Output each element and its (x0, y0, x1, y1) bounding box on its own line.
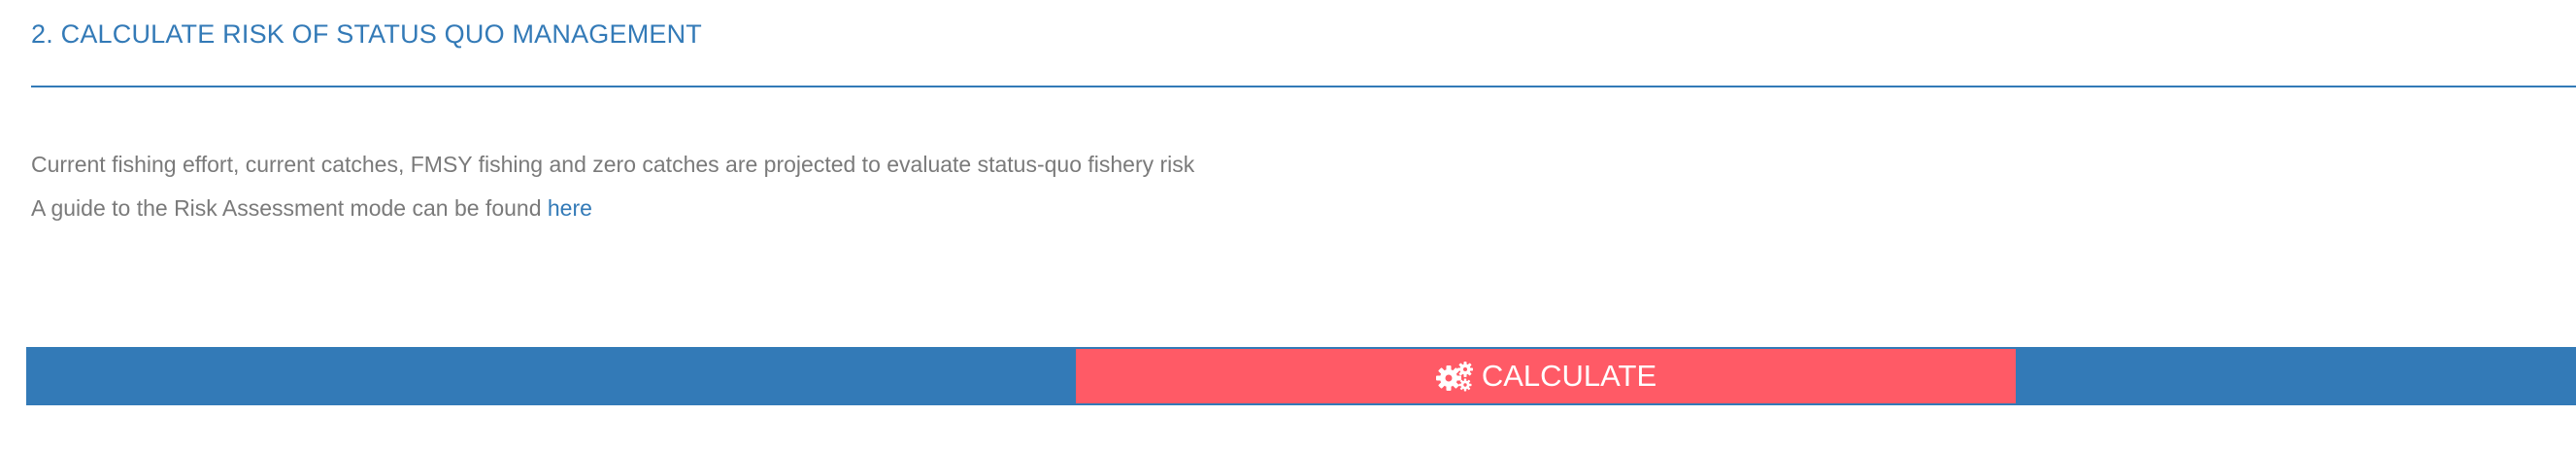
calculate-button-label: CALCULATE (1481, 359, 1657, 393)
section-divider (31, 86, 2576, 87)
guide-text-prefix: A guide to the Risk Assessment mode can … (31, 195, 548, 221)
action-bar: CALCULATE (26, 347, 2576, 405)
cogs-icon (1435, 361, 1474, 392)
description-text: Current fishing effort, current catches,… (31, 152, 1195, 177)
calculate-button[interactable]: CALCULATE (1076, 349, 2016, 403)
section-title: 2. CALCULATE RISK OF STATUS QUO MANAGEME… (31, 19, 702, 49)
guide-link[interactable]: here (548, 195, 592, 221)
guide-text: A guide to the Risk Assessment mode can … (31, 195, 592, 222)
